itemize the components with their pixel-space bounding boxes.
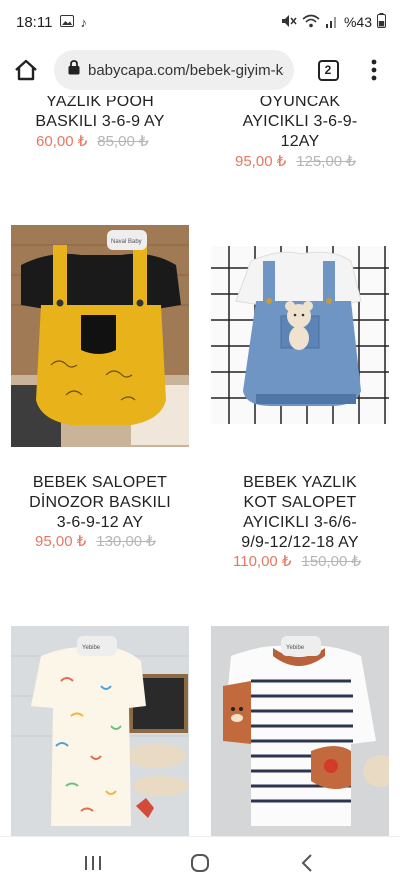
product-name-line: AYICIKLI 3-6-9- — [242, 113, 358, 130]
address-bar[interactable]: babycapa.com/bebek-giyim-ka — [54, 50, 294, 90]
more-vert-icon — [371, 59, 377, 81]
signal-icon — [325, 14, 339, 31]
product-name-line: KOT SALOPET — [243, 494, 357, 511]
old-price: 85,00 ₺ — [97, 133, 149, 150]
sale-price: 60,00 ₺ — [36, 133, 88, 150]
product-name-line: YAZLIK POOH — [46, 96, 154, 110]
product-name-2[interactable]: BEBEK SALOPET DİNOZOR BASKILI 3-6-9-12 A… — [14, 473, 186, 533]
more-menu-button[interactable] — [354, 44, 394, 96]
recent-apps-icon — [85, 855, 102, 870]
battery-percent: %43 — [343, 14, 372, 30]
product-image-denim-overall[interactable] — [211, 246, 389, 424]
product-image-dino-overall[interactable]: Naval Baby — [11, 225, 189, 447]
denim-overall-photo — [211, 246, 389, 424]
product-name-3[interactable]: BEBEK YAZLIK KOT SALOPET AYICIKLI 3-6/6-… — [214, 473, 386, 553]
product-name-0[interactable]: YAZLIK POOH BASKILI 3-6-9 AY — [20, 96, 180, 132]
product-name-line: 9/9-12/12-18 AY — [241, 534, 359, 551]
tab-switcher-button[interactable]: 2 — [302, 44, 354, 96]
price-row-0: 60,00 ₺ 85,00 ₺ — [36, 132, 149, 150]
back-icon — [301, 853, 312, 872]
svg-text:Yebibe: Yebibe — [82, 645, 101, 651]
back-button[interactable] — [277, 841, 337, 885]
product-image-pattern-romper[interactable]: Yebibe — [11, 626, 189, 836]
recent-apps-button[interactable] — [63, 841, 123, 885]
system-nav-bar — [0, 836, 400, 888]
old-price: 125,00 ₺ — [296, 153, 356, 170]
lock-icon — [68, 60, 80, 80]
product-name-line: DİNOZOR BASKILI — [29, 494, 171, 511]
product-grid: YAZLIK POOH BASKILI 3-6-9 AY 60,00 ₺ 85,0… — [0, 96, 400, 836]
sale-price: 95,00 ₺ — [235, 153, 287, 170]
gallery-icon — [60, 14, 75, 30]
product-name-line: BEBEK YAZLIK — [243, 474, 357, 491]
product-name-line: 3-6-9-12 AY — [56, 514, 144, 531]
tab-count: 2 — [317, 59, 339, 81]
sale-price: 95,00 ₺ — [35, 533, 87, 550]
dino-overall-photo: Naval Baby — [11, 225, 189, 447]
product-image-striped-romper[interactable]: Yebibe — [211, 626, 389, 836]
browser-toolbar: babycapa.com/bebek-giyim-ka 2 — [0, 44, 400, 96]
product-name-line: BASKILI 3-6-9 AY — [35, 113, 165, 130]
status-bar: 18:11 ♪ %43 — [0, 0, 400, 44]
price-row-2: 95,00 ₺ 130,00 ₺ — [35, 532, 156, 550]
home-circle-icon — [190, 853, 209, 872]
home-nav-button[interactable] — [170, 841, 230, 885]
product-name-line: BEBEK SALOPET — [32, 474, 168, 491]
price-row-3: 110,00 ₺ 150,00 ₺ — [233, 552, 361, 570]
product-name-1[interactable]: OYUNCAK AYICIKLI 3-6-9- 12AY — [220, 96, 380, 152]
product-name-line: OYUNCAK — [259, 96, 341, 110]
svg-text:Naval Baby: Naval Baby — [111, 239, 142, 245]
old-price: 150,00 ₺ — [301, 553, 362, 570]
mute-icon — [281, 14, 297, 31]
product-name-line: 12AY — [280, 133, 320, 150]
status-time: 18:11 — [16, 13, 53, 31]
home-button[interactable] — [0, 44, 52, 96]
wifi-icon — [302, 14, 320, 31]
price-row-1: 95,00 ₺ 125,00 ₺ — [235, 152, 356, 170]
svg-text:Yebibe: Yebibe — [286, 645, 305, 651]
pattern-romper-photo: Yebibe — [11, 626, 189, 836]
product-name-line: AYICIKLI 3-6/6- — [243, 514, 357, 531]
striped-romper-photo: Yebibe — [211, 626, 389, 836]
battery-icon — [377, 13, 386, 31]
music-note-icon: ♪ — [80, 14, 87, 30]
old-price: 130,00 ₺ — [96, 533, 156, 550]
url-text: babycapa.com/bebek-giyim-ka — [88, 61, 284, 79]
home-icon — [15, 59, 37, 81]
sale-price: 110,00 ₺ — [233, 553, 292, 570]
